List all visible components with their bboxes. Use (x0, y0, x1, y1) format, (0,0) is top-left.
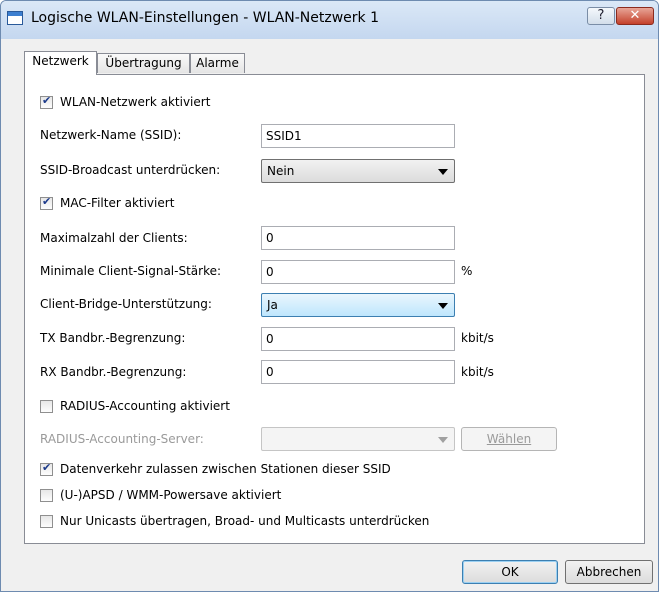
rx-limit-unit: kbit/s (461, 365, 494, 379)
ssid-label: Netzwerk-Name (SSID): (40, 128, 182, 142)
radius-server-label: RADIUS-Accounting-Server: (40, 432, 204, 446)
rx-limit-input[interactable] (261, 360, 455, 384)
ssid-input[interactable] (261, 124, 455, 148)
unicast-only-label: Nur Unicasts übertragen, Broad- und Mult… (60, 514, 430, 528)
radius-accounting-label: RADIUS-Accounting aktiviert (60, 399, 230, 413)
mac-filter-checkbox[interactable] (40, 195, 53, 210)
radius-server-select[interactable] (261, 427, 455, 451)
uapsd-checkbox[interactable] (40, 489, 53, 502)
dialog-window: Logische WLAN-Einstellungen - WLAN-Netzw… (0, 0, 659, 592)
tx-limit-label: TX Bandbr.-Begrenzung: (40, 331, 186, 345)
tab-panel-netzwerk: WLAN-Netzwerk aktiviert Netzwerk-Name (S… (24, 74, 645, 544)
max-clients-input[interactable] (261, 226, 455, 250)
window-title: Logische WLAN-Einstellungen - WLAN-Netzw… (31, 10, 380, 26)
allow-traffic-checkbox[interactable] (40, 461, 53, 476)
uapsd-label: (U-)APSD / WMM-Powersave aktiviert (60, 488, 282, 502)
radius-accounting-checkbox[interactable] (40, 400, 53, 413)
tx-limit-unit: kbit/s (461, 331, 494, 345)
tab-alarme[interactable]: Alarme (190, 53, 245, 73)
max-clients-label: Maximalzahl der Clients: (40, 231, 188, 245)
tx-limit-input[interactable] (261, 327, 455, 351)
title-bar[interactable]: Logische WLAN-Einstellungen - WLAN-Netzw… (1, 1, 658, 39)
chevron-down-icon (438, 303, 448, 309)
client-bridge-label: Client-Bridge-Unterstützung: (40, 297, 212, 311)
window-icon (7, 11, 23, 25)
ssid-broadcast-select[interactable]: Nein (261, 159, 455, 183)
ssid-broadcast-value: Nein (267, 164, 295, 178)
close-button[interactable]: ✕ (616, 7, 654, 25)
client-bridge-select[interactable]: Ja (261, 293, 455, 317)
cancel-button[interactable]: Abbrechen (565, 560, 653, 584)
wlan-enabled-label: WLAN-Netzwerk aktiviert (60, 95, 211, 109)
unicast-only-checkbox[interactable] (40, 515, 53, 528)
mac-filter-label: MAC-Filter aktiviert (60, 196, 175, 210)
allow-traffic-label: Datenverkehr zulassen zwischen Stationen… (60, 462, 391, 476)
select-server-button[interactable]: Wählen (461, 427, 557, 451)
tab-netzwerk[interactable]: Netzwerk (24, 51, 97, 75)
rx-limit-label: RX Bandbr.-Begrenzung: (40, 365, 187, 379)
ssid-broadcast-label: SSID-Broadcast unterdrücken: (40, 163, 221, 177)
min-signal-input[interactable] (261, 260, 455, 284)
wlan-enabled-checkbox[interactable] (40, 94, 53, 109)
tab-uebertragung[interactable]: Übertragung (97, 53, 190, 73)
min-signal-unit: % (461, 264, 473, 278)
ok-button[interactable]: OK (462, 560, 558, 584)
help-button[interactable]: ? (587, 7, 615, 25)
min-signal-label: Minimale Client-Signal-Stärke: (40, 264, 222, 278)
chevron-down-icon (438, 437, 448, 443)
chevron-down-icon (438, 169, 448, 175)
client-bridge-value: Ja (267, 298, 278, 312)
